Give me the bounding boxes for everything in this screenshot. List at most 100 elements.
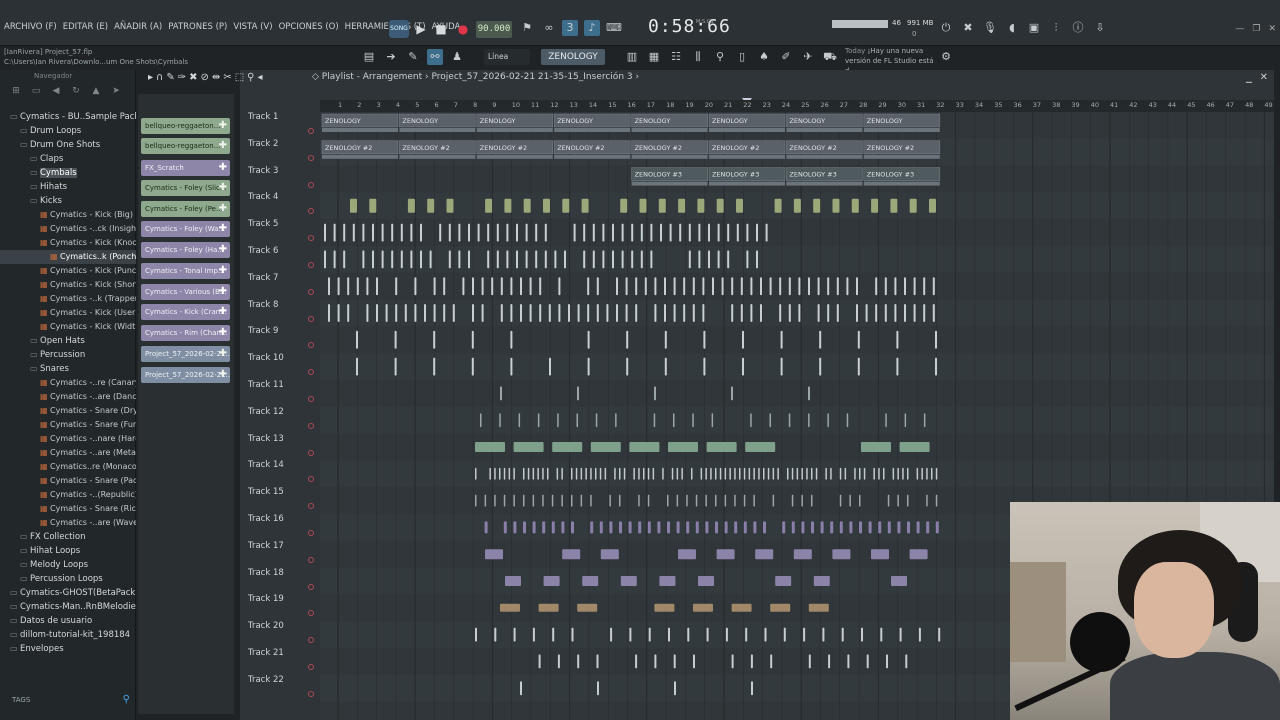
clip-label[interactable]: ZENOLOGY #2 <box>480 144 527 152</box>
mixer-icon[interactable]: ✖ <box>960 20 976 36</box>
audio-clip[interactable] <box>652 467 655 480</box>
audio-clip[interactable] <box>736 223 739 242</box>
record-arm-icon[interactable] <box>308 235 314 242</box>
audio-clip[interactable] <box>931 467 933 480</box>
audio-clip[interactable] <box>635 277 638 296</box>
sliders-icon[interactable]: ⫼ <box>690 49 706 65</box>
audio-clip[interactable] <box>896 330 899 349</box>
audio-clip[interactable] <box>734 467 736 480</box>
browser-folder-item[interactable]: ▭ Percussion Loops <box>0 572 136 586</box>
audio-clip[interactable] <box>458 250 461 269</box>
select-tool-icon[interactable]: ⬚ <box>235 72 244 83</box>
audio-clip[interactable] <box>590 521 594 534</box>
audio-clip[interactable] <box>484 521 488 534</box>
audio-clip[interactable] <box>839 521 843 534</box>
audio-clip[interactable] <box>638 521 642 534</box>
browser-file-item[interactable]: ▦ Cymatics -..(Republic) <box>0 488 136 502</box>
loop-record-icon[interactable]: ∞ <box>541 20 557 36</box>
picker-clip[interactable]: Project_57_2026-02-21... ✚ <box>141 346 230 362</box>
pin-icon[interactable]: ➤ <box>108 86 124 98</box>
audio-clip[interactable] <box>788 304 791 322</box>
audio-clip[interactable] <box>496 223 499 242</box>
audio-clip[interactable] <box>595 467 597 480</box>
add-icon[interactable]: ✚ <box>219 367 227 383</box>
audio-clip[interactable] <box>923 277 926 296</box>
zoom-tool-icon[interactable]: ⚲ <box>247 72 254 83</box>
picker-clip[interactable]: Cymatics - Kick (Cran... ✚ <box>141 304 230 320</box>
audio-clip[interactable] <box>596 277 599 296</box>
audio-clip[interactable] <box>400 223 403 242</box>
audio-clip[interactable] <box>372 223 374 242</box>
audio-clip[interactable] <box>626 357 629 376</box>
track-header[interactable]: Track 8 <box>246 300 318 327</box>
track-header[interactable]: Track 15 <box>246 487 318 514</box>
track-header[interactable]: Track 4 <box>246 192 318 219</box>
clip-notes[interactable] <box>786 181 863 186</box>
add-icon[interactable]: ✚ <box>219 263 227 279</box>
audio-clip[interactable] <box>577 603 598 612</box>
audio-clip[interactable] <box>731 386 733 401</box>
audio-clip[interactable] <box>753 467 755 480</box>
clip-notes[interactable] <box>631 181 708 186</box>
folder-icon[interactable]: ▭ <box>28 86 44 98</box>
audio-clip[interactable] <box>352 223 355 242</box>
browser-folder-item[interactable]: ▭ Melody Loops <box>0 558 136 572</box>
audio-clip[interactable] <box>513 521 517 534</box>
audio-clip[interactable] <box>621 223 624 242</box>
audio-clip[interactable] <box>616 304 618 322</box>
lane-row[interactable] <box>320 380 1274 407</box>
metronome-icon[interactable]: ⚑ <box>519 20 535 36</box>
audio-clip[interactable] <box>894 277 897 296</box>
audio-clip[interactable] <box>503 521 507 534</box>
audio-clip[interactable] <box>935 467 938 480</box>
tuner-icon[interactable]: ⫶ <box>1048 20 1064 36</box>
audio-clip[interactable] <box>847 654 850 669</box>
audio-clip[interactable] <box>400 250 403 269</box>
slip-tool-icon[interactable]: ⇹ <box>212 72 220 83</box>
audio-clip[interactable] <box>803 627 806 642</box>
audio-clip[interactable] <box>557 413 559 428</box>
audio-clip[interactable] <box>558 304 561 322</box>
audio-clip[interactable] <box>500 603 520 612</box>
audio-clip[interactable] <box>793 198 801 213</box>
track-header[interactable]: Track 18 <box>246 568 318 595</box>
audio-clip[interactable] <box>676 494 679 507</box>
audio-clip[interactable] <box>887 521 891 534</box>
audio-clip[interactable] <box>525 223 528 242</box>
audio-clip[interactable] <box>698 250 701 269</box>
audio-clip[interactable] <box>929 198 936 213</box>
record-arm-icon[interactable] <box>308 637 314 644</box>
audio-clip[interactable] <box>686 521 690 534</box>
audio-clip[interactable] <box>595 413 598 428</box>
audio-clip[interactable] <box>894 304 897 322</box>
audio-clip[interactable] <box>523 494 525 507</box>
browser-folder-item[interactable]: ▭ Drum One Shots <box>0 138 136 152</box>
audio-clip[interactable] <box>324 223 326 242</box>
audio-clip[interactable] <box>935 494 938 507</box>
audio-clip[interactable] <box>410 250 413 269</box>
audio-clip[interactable] <box>328 304 330 322</box>
audio-clip[interactable] <box>851 198 859 213</box>
clip-notes[interactable] <box>399 154 476 159</box>
audio-clip[interactable] <box>504 198 512 213</box>
audio-clip[interactable] <box>750 304 753 322</box>
audio-clip[interactable] <box>692 413 694 428</box>
add-icon[interactable]: ✚ <box>219 346 227 362</box>
audio-clip[interactable] <box>674 681 676 696</box>
audio-clip[interactable] <box>433 277 436 296</box>
audio-clip[interactable] <box>462 277 465 296</box>
audio-clip[interactable] <box>643 467 645 480</box>
audio-clip[interactable] <box>443 304 446 322</box>
clip-notes[interactable] <box>554 154 631 159</box>
audio-clip[interactable] <box>433 330 436 349</box>
audio-clip[interactable] <box>654 304 657 322</box>
audio-clip[interactable] <box>510 357 513 376</box>
audio-clip[interactable] <box>639 198 647 213</box>
audio-clip[interactable] <box>716 549 735 560</box>
audio-clip[interactable] <box>587 357 590 376</box>
audio-clip[interactable] <box>736 198 743 213</box>
track-header[interactable]: Track 13 <box>246 434 318 461</box>
audio-clip[interactable] <box>763 467 765 480</box>
audio-clip[interactable] <box>926 494 928 507</box>
audio-clip[interactable] <box>731 603 752 612</box>
